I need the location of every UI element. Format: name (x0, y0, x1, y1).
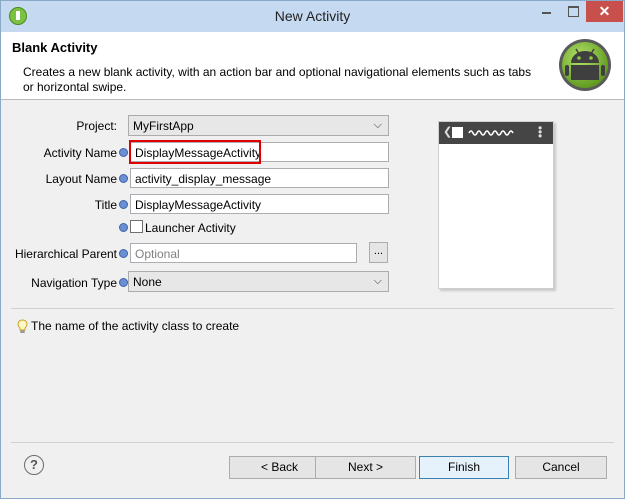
title-bar[interactable]: New Activity ✕ (1, 1, 624, 32)
close-icon: ✕ (598, 3, 611, 19)
lightbulb-icon (17, 319, 28, 333)
title-input[interactable]: DisplayMessageActivity (130, 194, 389, 214)
overflow-menu-icon: • • • (538, 121, 543, 143)
hierarchical-parent-label: Hierarchical Parent (14, 247, 117, 261)
browse-parent-button[interactable]: ... (369, 242, 388, 263)
cancel-button[interactable]: Cancel (515, 456, 607, 479)
navigation-type-label: Navigation Type (31, 276, 117, 290)
page-title: Blank Activity (12, 40, 98, 55)
info-icon (119, 148, 128, 157)
wizard-header: Blank Activity Creates a new blank activ… (1, 32, 624, 100)
launcher-activity-checkbox[interactable] (130, 220, 143, 233)
next-button[interactable]: Next > (315, 456, 416, 479)
close-button[interactable]: ✕ (586, 1, 623, 22)
help-button[interactable]: ? (24, 455, 44, 475)
activity-name-highlight (129, 140, 261, 164)
finish-button[interactable]: Finish (419, 456, 509, 479)
minimize-button[interactable] (532, 1, 560, 22)
app-icon-placeholder (452, 127, 463, 138)
info-icon (119, 223, 128, 232)
chevron-down-icon: ⌵ (373, 275, 382, 287)
navigation-type-value: None (133, 275, 162, 289)
separator (11, 308, 614, 309)
back-chevron-icon: ❮ (443, 126, 453, 138)
new-activity-dialog: New Activity ✕ Blank Activity Creates a … (0, 0, 625, 499)
hierarchical-parent-input[interactable]: Optional (130, 243, 357, 263)
android-logo-icon (559, 39, 611, 91)
project-value: MyFirstApp (133, 119, 194, 133)
separator (11, 442, 614, 443)
title-squiggle-icon (468, 130, 514, 136)
maximize-button[interactable] (560, 1, 586, 22)
activity-preview: ❮ • • • (438, 121, 554, 289)
page-description: Creates a new blank activity, with an ac… (23, 65, 532, 94)
info-icon (119, 249, 128, 258)
activity-name-label: Activity Name (43, 146, 117, 160)
layout-name-input[interactable]: activity_display_message (130, 168, 389, 188)
title-label: Title (94, 198, 117, 212)
layout-name-label: Layout Name (45, 172, 117, 186)
navigation-type-dropdown[interactable]: None ⌵ (128, 271, 389, 292)
project-dropdown[interactable]: MyFirstApp ⌵ (128, 115, 389, 136)
chevron-down-icon: ⌵ (373, 119, 382, 131)
launcher-activity-label[interactable]: Launcher Activity (145, 221, 236, 235)
preview-action-bar: ❮ • • • (439, 122, 553, 144)
info-icon (119, 200, 128, 209)
info-icon (119, 278, 128, 287)
info-icon (119, 174, 128, 183)
hint-text: The name of the activity class to create (31, 319, 240, 333)
project-label: Project: (76, 119, 117, 133)
window-title: New Activity (274, 8, 351, 24)
